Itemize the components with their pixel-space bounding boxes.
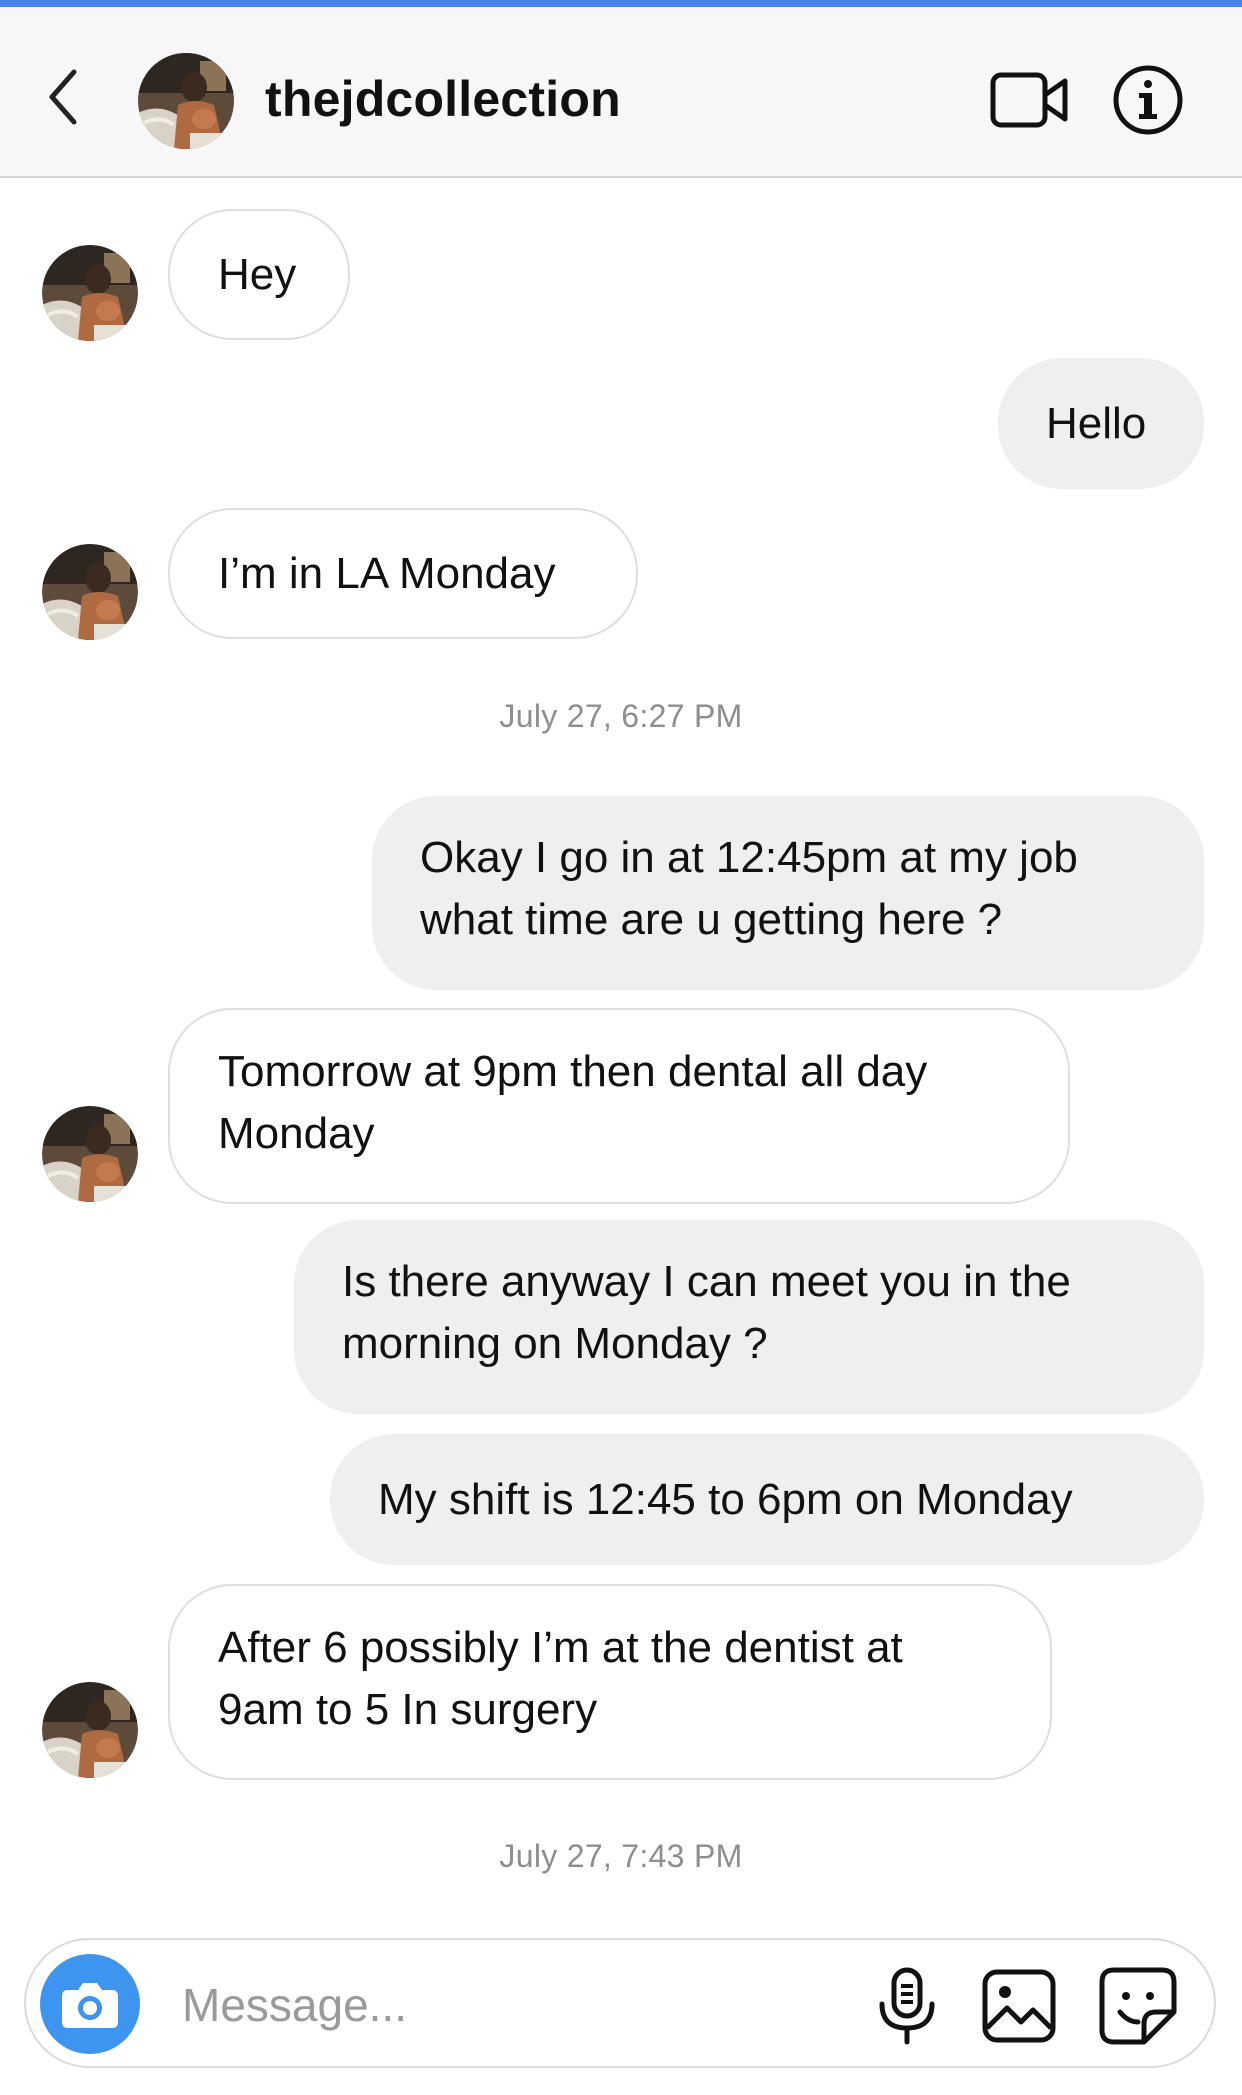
- message-text-line: After 6 possibly I’m at the dentist at: [218, 1623, 903, 1672]
- outgoing-message[interactable]: Hello: [998, 358, 1204, 489]
- message-input[interactable]: [180, 1962, 844, 2048]
- outgoing-message[interactable]: My shift is 12:45 to 6pm on Monday: [330, 1434, 1204, 1565]
- message-text: Hey: [218, 249, 297, 299]
- message-timestamp: July 27, 6:27 PM: [499, 698, 743, 734]
- chevron-left-icon: [49, 69, 77, 125]
- incoming-message[interactable]: I’m in LA Monday: [168, 508, 638, 639]
- incoming-message[interactable]: After 6 possibly I’m at the dentist at 9…: [168, 1584, 1052, 1780]
- camera-button[interactable]: [40, 1954, 140, 2054]
- microphone-icon: [879, 1967, 935, 2045]
- sender-avatar: [42, 245, 138, 341]
- camera-icon: [62, 1983, 118, 2028]
- contact-avatar[interactable]: [138, 53, 234, 149]
- message-text-line: Is there anyway I can meet you in the: [342, 1257, 1071, 1306]
- video-call-button[interactable]: [990, 67, 1070, 133]
- message-composer: [24, 1938, 1216, 2068]
- incoming-message[interactable]: Hey: [168, 209, 350, 340]
- outgoing-message[interactable]: Okay I go in at 12:45pm at my job what t…: [372, 796, 1204, 990]
- message-text: Hello: [1046, 398, 1147, 448]
- message-text-line: Tomorrow at 9pm then dental all day: [218, 1047, 928, 1096]
- message-timestamp: July 27, 7:43 PM: [499, 1838, 743, 1874]
- chat-header: thejdcollection: [0, 7, 1242, 178]
- sender-avatar: [42, 1682, 138, 1778]
- incoming-message[interactable]: Tomorrow at 9pm then dental all day Mond…: [168, 1008, 1070, 1204]
- message-text-line: Okay I go in at 12:45pm at my job: [420, 833, 1078, 882]
- gallery-button[interactable]: [981, 1968, 1057, 2044]
- sticker-button[interactable]: [1098, 1966, 1178, 2046]
- sender-avatar: [42, 1106, 138, 1202]
- sender-avatar: [42, 544, 138, 640]
- info-button[interactable]: [1112, 64, 1184, 136]
- message-text-line: Monday: [218, 1109, 375, 1158]
- video-camera-icon: [990, 72, 1068, 128]
- image-icon: [982, 1969, 1056, 2043]
- back-button[interactable]: [40, 62, 90, 132]
- info-icon: [1113, 65, 1183, 135]
- message-text-line: 9am to 5 In surgery: [218, 1685, 598, 1734]
- message-text: I’m in LA Monday: [218, 548, 556, 598]
- outgoing-message[interactable]: Is there anyway I can meet you in the mo…: [294, 1220, 1204, 1414]
- sticker-icon: [1099, 1967, 1177, 2045]
- message-text-line: what time are u getting here ?: [420, 895, 1003, 944]
- top-accent-line: [0, 0, 1242, 7]
- message-text: My shift is 12:45 to 6pm on Monday: [378, 1474, 1073, 1524]
- message-text-line: morning on Monday ?: [342, 1319, 768, 1368]
- voice-message-button[interactable]: [872, 1966, 942, 2046]
- contact-username[interactable]: thejdcollection: [265, 70, 621, 128]
